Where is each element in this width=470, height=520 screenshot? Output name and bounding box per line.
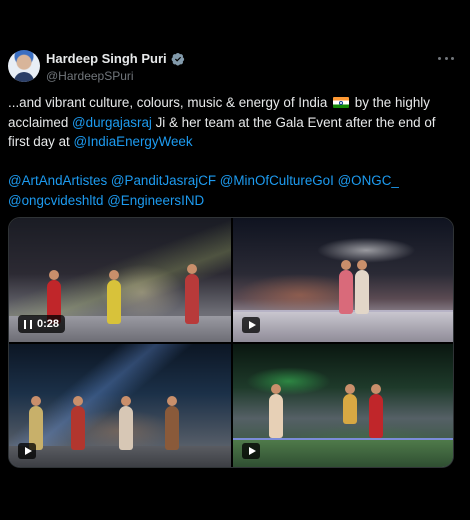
tweet-line-1: ...and vibrant culture, colours, music &… — [8, 93, 460, 113]
mention-link[interactable]: @MinOfCultureGoI — [220, 173, 334, 188]
play-icon — [248, 321, 256, 329]
stage — [233, 310, 453, 342]
mention-link[interactable]: @PanditJasrajCF — [111, 173, 216, 188]
video-4[interactable] — [233, 344, 453, 467]
video-timer-badge[interactable]: 0:28 — [18, 315, 66, 333]
video-1[interactable]: 0:28 — [9, 218, 231, 342]
mention-link[interactable]: @IndiaEnergyWeek — [74, 134, 193, 149]
author-handle[interactable]: @HardeepSPuri — [46, 69, 185, 83]
mention-link[interactable]: @ONGC_ — [338, 173, 399, 188]
tweet-mentions-row-1: @ArtAndArtistes @PanditJasrajCF @MinOfCu… — [8, 171, 460, 191]
media-grid: 0:28 — [8, 217, 454, 468]
dancer — [369, 384, 383, 438]
tweet-line-3: first day at @IndiaEnergyWeek — [8, 132, 460, 152]
tweet-text-segment: acclaimed — [8, 114, 69, 130]
mention-link[interactable]: @durgajasraj — [72, 115, 152, 130]
tweet-text-segment: first day at — [8, 134, 70, 149]
play-button[interactable] — [242, 317, 260, 333]
author-info: Hardeep Singh Puri @HardeepSPuri — [46, 51, 185, 83]
play-button[interactable] — [18, 443, 36, 459]
tweet[interactable]: Hardeep Singh Puri @HardeepSPuri ...and … — [0, 0, 470, 520]
play-button[interactable] — [242, 443, 260, 459]
dancer — [119, 396, 133, 450]
mention-link[interactable]: @EngineersIND — [107, 193, 204, 208]
tweet-text: ...and vibrant culture, colours, music &… — [8, 93, 460, 210]
dancer — [339, 260, 353, 314]
video-time: 0:28 — [37, 318, 60, 330]
tweet-text-segment: Ji & her team at the Gala Event after th… — [155, 114, 436, 130]
mention-link[interactable]: @ongcvideshltd — [8, 193, 103, 208]
author-avatar[interactable] — [8, 50, 40, 82]
tweet-mentions-row-2: @ongcvideshltd @EngineersIND — [8, 191, 460, 211]
mention-link[interactable]: @ArtAndArtistes — [8, 173, 107, 188]
author-name-row: Hardeep Singh Puri — [46, 51, 185, 66]
stage — [233, 438, 453, 467]
tweet-line-2: acclaimed @durgajasraj Ji & her team at … — [8, 113, 460, 133]
play-icon — [24, 447, 32, 455]
dancer — [71, 396, 85, 450]
dancer — [269, 384, 283, 438]
video-2[interactable] — [233, 218, 453, 342]
dancer — [185, 264, 199, 324]
tweet-text-segment: by the highly — [354, 95, 430, 110]
video-3[interactable] — [9, 344, 231, 467]
pause-icon[interactable] — [24, 319, 32, 329]
more-options-icon[interactable] — [438, 52, 454, 64]
dancer — [107, 270, 121, 324]
play-icon — [248, 447, 256, 455]
dancer — [343, 384, 357, 424]
author-name[interactable]: Hardeep Singh Puri — [46, 51, 167, 66]
india-flag-icon — [333, 97, 350, 108]
dancer — [165, 396, 179, 450]
verified-badge-icon — [171, 52, 184, 66]
tweet-text-segment: ...and vibrant culture, colours, music &… — [8, 95, 328, 110]
dancer — [355, 260, 369, 314]
